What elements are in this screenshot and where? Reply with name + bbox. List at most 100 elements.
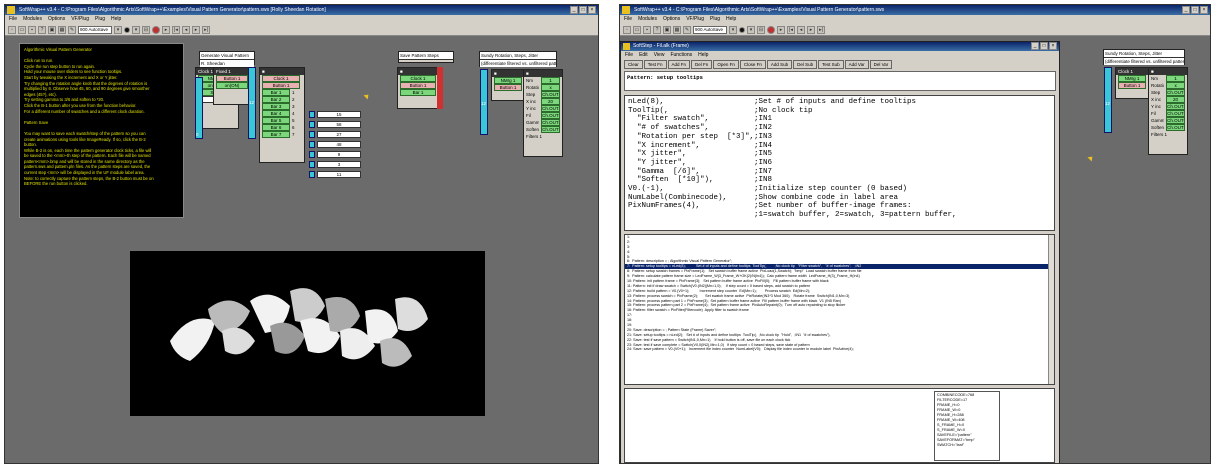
rot-nmrg-button[interactable]: NMrg 1 [494,77,522,84]
editor-button-test-fn[interactable]: Test Fn [643,60,667,69]
editor-button-del-fn[interactable]: Del Fn [691,60,713,69]
menu-options[interactable]: Options [48,15,65,24]
edit-icon[interactable]: ✎ [683,25,691,34]
param-value[interactable]: 1 [1166,75,1185,82]
dropdown-icon[interactable]: ▾ [114,25,122,34]
editor-menu-view[interactable]: View [654,51,665,59]
bar-button[interactable]: Bar 4 [262,110,290,117]
rotation-slider-right[interactable] [1104,67,1112,133]
param-value[interactable]: x [541,84,560,91]
list-scrollbar[interactable] [1048,235,1054,384]
function-list[interactable]: 1: 2: 3: 4: 5: 6: Pattern: description = ; Al… [624,234,1055,385]
bar-value[interactable]: 11 [317,170,361,178]
bar-value-slider[interactable] [309,110,315,118]
editor-menu-file[interactable]: File [625,51,633,59]
bar-value-slider[interactable] [309,120,315,128]
chevron-down-icon[interactable]: ▾ [747,25,755,34]
editor-button-add-sub[interactable]: Add Sub [766,60,793,69]
param-value[interactable]: Ch.OUT5 [1166,110,1185,117]
list-item[interactable]: 24: Save: save pattern = V0.(V0+1); Incr… [625,347,1054,352]
maximize-icon[interactable]: □ [1040,42,1048,50]
menu-vfplug[interactable]: VF/Plug [71,15,89,24]
stop-icon[interactable] [767,25,775,34]
clock-slider[interactable] [195,77,203,139]
menu-file[interactable]: File [624,15,632,24]
param-value[interactable]: Ch.OUT6 [541,119,560,126]
open-file-icon[interactable]: ▭ [18,25,26,34]
next-icon[interactable]: ▸ [807,25,815,34]
save-clock-button[interactable]: Clock 1 [400,75,436,82]
editor-button-clear[interactable]: Clear [624,60,643,69]
dropdown-icon[interactable]: ▾ [729,25,737,34]
new-file-icon[interactable]: ▫ [623,25,631,34]
prev-icon[interactable]: ◂ [182,25,190,34]
editor-menu-edit[interactable]: Edit [639,51,648,59]
param-value[interactable]: x [1166,82,1185,89]
step-icon[interactable]: ⊟ [757,25,765,34]
bar-value-slider[interactable] [309,160,315,168]
variables-list[interactable]: COMBINECODE=768 FILTERCODE=17 FRAME_H=0 … [934,391,1000,461]
last-icon[interactable]: ▸| [817,25,825,34]
record-icon[interactable] [739,26,745,33]
menu-help[interactable]: Help [111,15,121,24]
record-icon[interactable] [124,26,130,33]
param-value[interactable]: Ch.OUT1 [1166,89,1185,96]
editor-button-add-fn[interactable]: Add Fn [667,60,691,69]
bar-button[interactable]: Bar 7 [262,131,290,138]
menu-modules[interactable]: Modules [23,15,42,24]
bar-button[interactable]: Bar 1 [262,89,290,96]
editor-button-open-fn[interactable]: Open Fn [713,60,739,69]
bars-clock-button[interactable]: Clock 1 [262,75,300,82]
menu-vfplug[interactable]: VF/Plug [686,15,704,24]
bar-value-slider[interactable] [309,130,315,138]
help-icon[interactable]: ? [38,25,46,34]
play-icon[interactable]: ▸ [162,25,170,34]
bar-value-slider[interactable] [309,140,315,148]
param-value[interactable]: Ch.OUT1 [541,91,560,98]
save-bar-button[interactable]: Bar 1 [400,89,436,96]
next-icon[interactable]: ▸ [192,25,200,34]
bar-value[interactable]: 3 [317,160,361,168]
module-icon[interactable]: ▣ [663,25,671,34]
maximize-icon[interactable]: □ [1191,6,1199,14]
fixed-button-1[interactable]: Button 1 [216,75,248,82]
param-value[interactable]: Ch.OUT7 [541,126,560,133]
param-value[interactable]: Ch.OUT4 [541,105,560,112]
menu-help[interactable]: Help [726,15,736,24]
minimize-icon[interactable]: _ [570,6,578,14]
bar-button[interactable]: Bar 3 [262,103,290,110]
new-file-icon[interactable]: ▫ [8,25,16,34]
bar-value-slider[interactable] [309,170,315,178]
menu-options[interactable]: Options [663,15,680,24]
stop-icon[interactable] [152,25,160,34]
save-file-icon[interactable]: ▪ [28,25,36,34]
minimize-icon[interactable]: _ [1031,42,1039,50]
bar-value[interactable]: 9 [317,150,361,158]
save-file-icon[interactable]: ▪ [643,25,651,34]
play-icon[interactable]: ▸ [777,25,785,34]
editor-menu-functions[interactable]: Functions [670,51,692,59]
maximize-icon[interactable]: □ [579,6,587,14]
last-icon[interactable]: ▸| [202,25,210,34]
close-icon[interactable]: × [1200,6,1208,14]
bar-button[interactable]: Bar 5 [262,117,290,124]
autosave-select[interactable]: 900 AutoSave [78,25,112,34]
code-editor[interactable]: nLed(8), ;Set # of inputs and define too… [624,95,1055,231]
edit-icon[interactable]: ✎ [68,25,76,34]
bar-button[interactable]: Bar 6 [262,124,290,131]
first-icon[interactable]: |◂ [172,25,180,34]
menu-plug[interactable]: Plug [95,15,105,24]
editor-button-add-var[interactable]: Add Var [844,60,869,69]
prev-icon[interactable]: ◂ [797,25,805,34]
param-value[interactable]: 20 [541,98,560,105]
editor-button-test-sub[interactable]: Test Sub [818,60,844,69]
bar-value[interactable]: 58 [317,120,361,128]
editor-menu-help[interactable]: Help [698,51,708,59]
editor-button-del-sub[interactable]: Del Sub [793,60,818,69]
param-value[interactable]: Ch.OUT7 [1166,124,1185,131]
bar-button[interactable]: Bar 2 [262,96,290,103]
step-icon[interactable]: ⊟ [142,25,150,34]
close-icon[interactable]: × [588,6,596,14]
save-red-slider[interactable] [437,67,443,109]
param-value[interactable]: Ch.OUT6 [1166,117,1185,124]
